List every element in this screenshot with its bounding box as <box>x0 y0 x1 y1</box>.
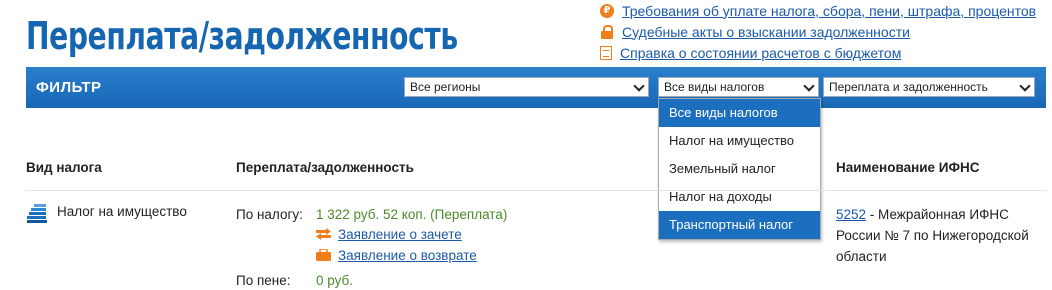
option-land-tax[interactable]: Земельный налог <box>659 155 820 183</box>
status-select-value: Переплата и задолженность <box>829 80 988 94</box>
building-icon <box>27 204 47 223</box>
region-select-value: Все регионы <box>410 80 481 94</box>
penalty-value: 0 руб. <box>316 273 353 288</box>
top-link-requirements[interactable]: ₽ Требования об уплате налога, сбора, пе… <box>600 0 1036 21</box>
refund-application-link[interactable]: Заявление о возврате <box>338 248 477 263</box>
tax-label: По налогу: <box>236 207 303 222</box>
requirements-link[interactable]: Требования об уплате налога, сбора, пени… <box>622 3 1036 19</box>
ruble-icon: ₽ <box>600 3 614 18</box>
filter-bar: ФИЛЬТР Все регионы Все виды налогов Пере… <box>26 67 1046 108</box>
option-transport-tax[interactable]: Транспортный налог <box>659 211 820 239</box>
tax-type-select-value: Все виды налогов <box>664 80 765 94</box>
top-links: ₽ Требования об уплате налога, сбора, пе… <box>600 0 1036 63</box>
offset-application[interactable]: Заявление о зачете <box>338 227 462 242</box>
option-property-tax[interactable]: Налог на имущество <box>659 127 820 155</box>
divider <box>26 190 1046 191</box>
header-tax-type: Вид налога <box>26 160 102 175</box>
option-income-tax[interactable]: Налог на доходы <box>659 183 820 211</box>
tax-type-dropdown: Все виды налогов Налог на имущество Земе… <box>658 98 821 240</box>
offset-icon <box>316 228 331 240</box>
filter-label: ФИЛЬТР <box>36 79 102 96</box>
chevron-down-icon <box>633 80 645 92</box>
certificate-link[interactable]: Справка о состоянии расчетов с бюджетом <box>620 45 901 61</box>
ifns-code-link[interactable]: 5252 <box>836 207 866 222</box>
ifns-info: 5252 - Межрайонная ИФНС России № 7 по Ни… <box>836 204 1036 267</box>
refund-application[interactable]: Заявление о возврате <box>338 248 477 263</box>
chevron-down-icon <box>803 80 815 92</box>
top-link-certificate[interactable]: Справка о состоянии расчетов с бюджетом <box>600 42 1036 63</box>
header-ifns: Наименование ИФНС <box>836 160 980 175</box>
option-all-taxes[interactable]: Все виды налогов <box>659 99 820 127</box>
tax-name: Налог на имущество <box>57 204 187 219</box>
penalty-label: По пене: <box>236 273 291 288</box>
offset-application-link[interactable]: Заявление о зачете <box>338 227 462 242</box>
header-balance: Переплата/задолженность <box>236 160 414 175</box>
page-title: Переплата/задолженность <box>26 14 458 58</box>
court-acts-link[interactable]: Судебные акты о взыскании задолженности <box>622 24 910 40</box>
status-select[interactable]: Переплата и задолженность <box>823 77 1035 97</box>
document-icon <box>600 45 612 60</box>
chevron-down-icon <box>1019 80 1031 92</box>
lock-icon <box>600 24 614 39</box>
tax-type-select[interactable]: Все виды налогов <box>658 77 819 97</box>
region-select[interactable]: Все регионы <box>404 77 649 97</box>
top-link-court-acts[interactable]: Судебные акты о взыскании задолженности <box>600 21 1036 42</box>
refund-icon <box>316 249 331 261</box>
tax-value: 1 322 руб. 52 коп. (Переплата) <box>316 207 508 222</box>
